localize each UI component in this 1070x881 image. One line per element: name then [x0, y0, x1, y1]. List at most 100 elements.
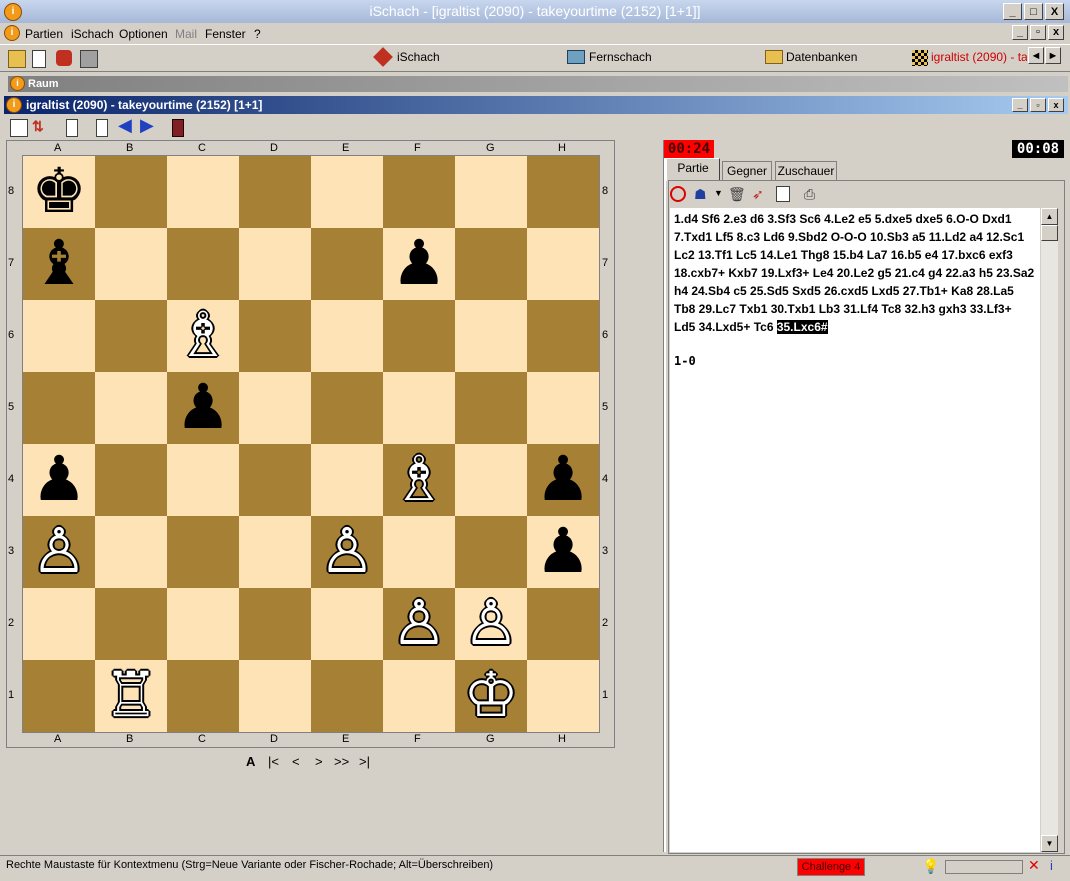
square-f6[interactable] [383, 300, 455, 372]
nav-last-button[interactable]: >| [359, 754, 370, 769]
scroll-down-button[interactable]: ▼ [1041, 835, 1058, 852]
square-h8[interactable] [527, 156, 599, 228]
menu-partien[interactable]: Partien [25, 27, 63, 41]
nav-analysis-button[interactable]: A [246, 754, 255, 769]
disconnect-icon[interactable]: ✕ [1028, 857, 1040, 874]
square-d8[interactable] [239, 156, 311, 228]
square-b2[interactable] [95, 588, 167, 660]
square-h5[interactable] [527, 372, 599, 444]
piece-h3[interactable]: ♟ [527, 516, 599, 588]
square-g8[interactable] [455, 156, 527, 228]
square-h6[interactable] [527, 300, 599, 372]
lightbulb-icon[interactable]: 💡 [922, 858, 939, 875]
tab-gegner[interactable]: Gegner [722, 161, 772, 180]
piece-c5[interactable]: ♟ [167, 372, 239, 444]
game-restore-button[interactable]: ▫ [1030, 98, 1046, 112]
chevron-down-icon[interactable]: ▼ [714, 188, 723, 198]
copy-icon[interactable] [776, 186, 790, 202]
tabs-scroll-right-button[interactable]: ► [1045, 47, 1061, 64]
piece-e3[interactable]: ♙ [311, 516, 383, 588]
tab-zuschauer[interactable]: Zuschauer [775, 161, 837, 180]
menu-mail[interactable]: Mail [175, 27, 197, 41]
save-game-icon[interactable] [10, 119, 28, 137]
child-app-icon[interactable]: i [4, 25, 20, 41]
square-a5[interactable] [23, 372, 95, 444]
menu-fenster[interactable]: Fenster [205, 27, 246, 41]
square-e7[interactable] [311, 228, 383, 300]
pin-icon[interactable]: ➶ [752, 186, 764, 203]
square-b5[interactable] [95, 372, 167, 444]
square-d4[interactable] [239, 444, 311, 516]
maximize-button[interactable]: □ [1024, 3, 1043, 20]
forward-arrow-icon[interactable]: ▶ [140, 116, 156, 134]
players-icon[interactable]: ☗ [694, 186, 707, 203]
square-e8[interactable] [311, 156, 383, 228]
child-minimize-button[interactable]: _ [1012, 25, 1028, 40]
square-f3[interactable] [383, 516, 455, 588]
square-c7[interactable] [167, 228, 239, 300]
nav-fast-forward-button[interactable]: >> [334, 754, 349, 769]
splitter[interactable] [663, 140, 666, 852]
piece-f2[interactable]: ♙ [383, 588, 455, 660]
square-b3[interactable] [95, 516, 167, 588]
square-e6[interactable] [311, 300, 383, 372]
square-b7[interactable] [95, 228, 167, 300]
square-c8[interactable] [167, 156, 239, 228]
scroll-thumb[interactable] [1041, 225, 1058, 241]
square-g6[interactable] [455, 300, 527, 372]
tools-icon[interactable] [80, 50, 98, 68]
piece-a3[interactable]: ♙ [23, 516, 95, 588]
piece-g1[interactable]: ♔ [455, 660, 527, 732]
notation-last-move[interactable]: 35.Lxc6# [776, 320, 828, 334]
square-b4[interactable] [95, 444, 167, 516]
menu-optionen[interactable]: Optionen [119, 27, 168, 41]
game-window-icon[interactable]: i [6, 97, 22, 113]
piece-g2[interactable]: ♙ [455, 588, 527, 660]
piece-a4[interactable]: ♟ [23, 444, 95, 516]
square-c1[interactable] [167, 660, 239, 732]
square-f8[interactable] [383, 156, 455, 228]
menu-ischach[interactable]: iSchach [71, 27, 114, 41]
nav-next-button[interactable]: > [315, 754, 323, 769]
notation-icon[interactable] [66, 119, 78, 137]
square-h1[interactable] [527, 660, 599, 732]
minimize-button[interactable]: _ [1003, 3, 1022, 20]
square-e1[interactable] [311, 660, 383, 732]
square-c3[interactable] [167, 516, 239, 588]
square-e5[interactable] [311, 372, 383, 444]
flip-board-icon[interactable]: ⇅ [32, 119, 48, 135]
square-d6[interactable] [239, 300, 311, 372]
square-b6[interactable] [95, 300, 167, 372]
tab-current-game[interactable]: igraltist (2090) - take [931, 50, 1027, 64]
square-d5[interactable] [239, 372, 311, 444]
square-h2[interactable] [527, 588, 599, 660]
back-arrow-icon[interactable]: ◀ [118, 116, 134, 134]
square-d1[interactable] [239, 660, 311, 732]
resign-icon[interactable] [172, 119, 184, 137]
square-f1[interactable] [383, 660, 455, 732]
raum-bar[interactable]: i Raum [8, 76, 1068, 92]
notation-scrollbar[interactable]: ▲ ▼ [1041, 208, 1058, 852]
piece-a8[interactable]: ♚ [23, 156, 95, 228]
square-a2[interactable] [23, 588, 95, 660]
piece-c6[interactable]: ♗ [167, 300, 239, 372]
challenge-badge[interactable]: Challenge 4 [797, 858, 865, 876]
phone-icon[interactable] [56, 50, 72, 66]
game-close-button[interactable]: x [1048, 98, 1064, 112]
scroll-up-button[interactable]: ▲ [1041, 208, 1058, 225]
child-restore-button[interactable]: ▫ [1030, 25, 1046, 40]
tab-ischach[interactable]: iSchach [397, 50, 440, 64]
game-minimize-button[interactable]: _ [1012, 98, 1028, 112]
square-h7[interactable] [527, 228, 599, 300]
tab-datenbanken[interactable]: Datenbanken [786, 50, 857, 64]
square-a6[interactable] [23, 300, 95, 372]
square-a1[interactable] [23, 660, 95, 732]
chess-board[interactable]: ♚ ♝ ♟ ♗ ♟ ♟ ♗ ♟ ♙ ♙ ♟ ♙ ♙ ♖ ♔ [22, 155, 600, 733]
tab-fernschach[interactable]: Fernschach [589, 50, 652, 64]
print-icon[interactable]: ⎙ [804, 186, 815, 203]
nav-first-button[interactable]: |< [268, 754, 279, 769]
piece-f7[interactable]: ♟ [383, 228, 455, 300]
square-f5[interactable] [383, 372, 455, 444]
tabs-scroll-left-button[interactable]: ◄ [1028, 47, 1044, 64]
square-g7[interactable] [455, 228, 527, 300]
